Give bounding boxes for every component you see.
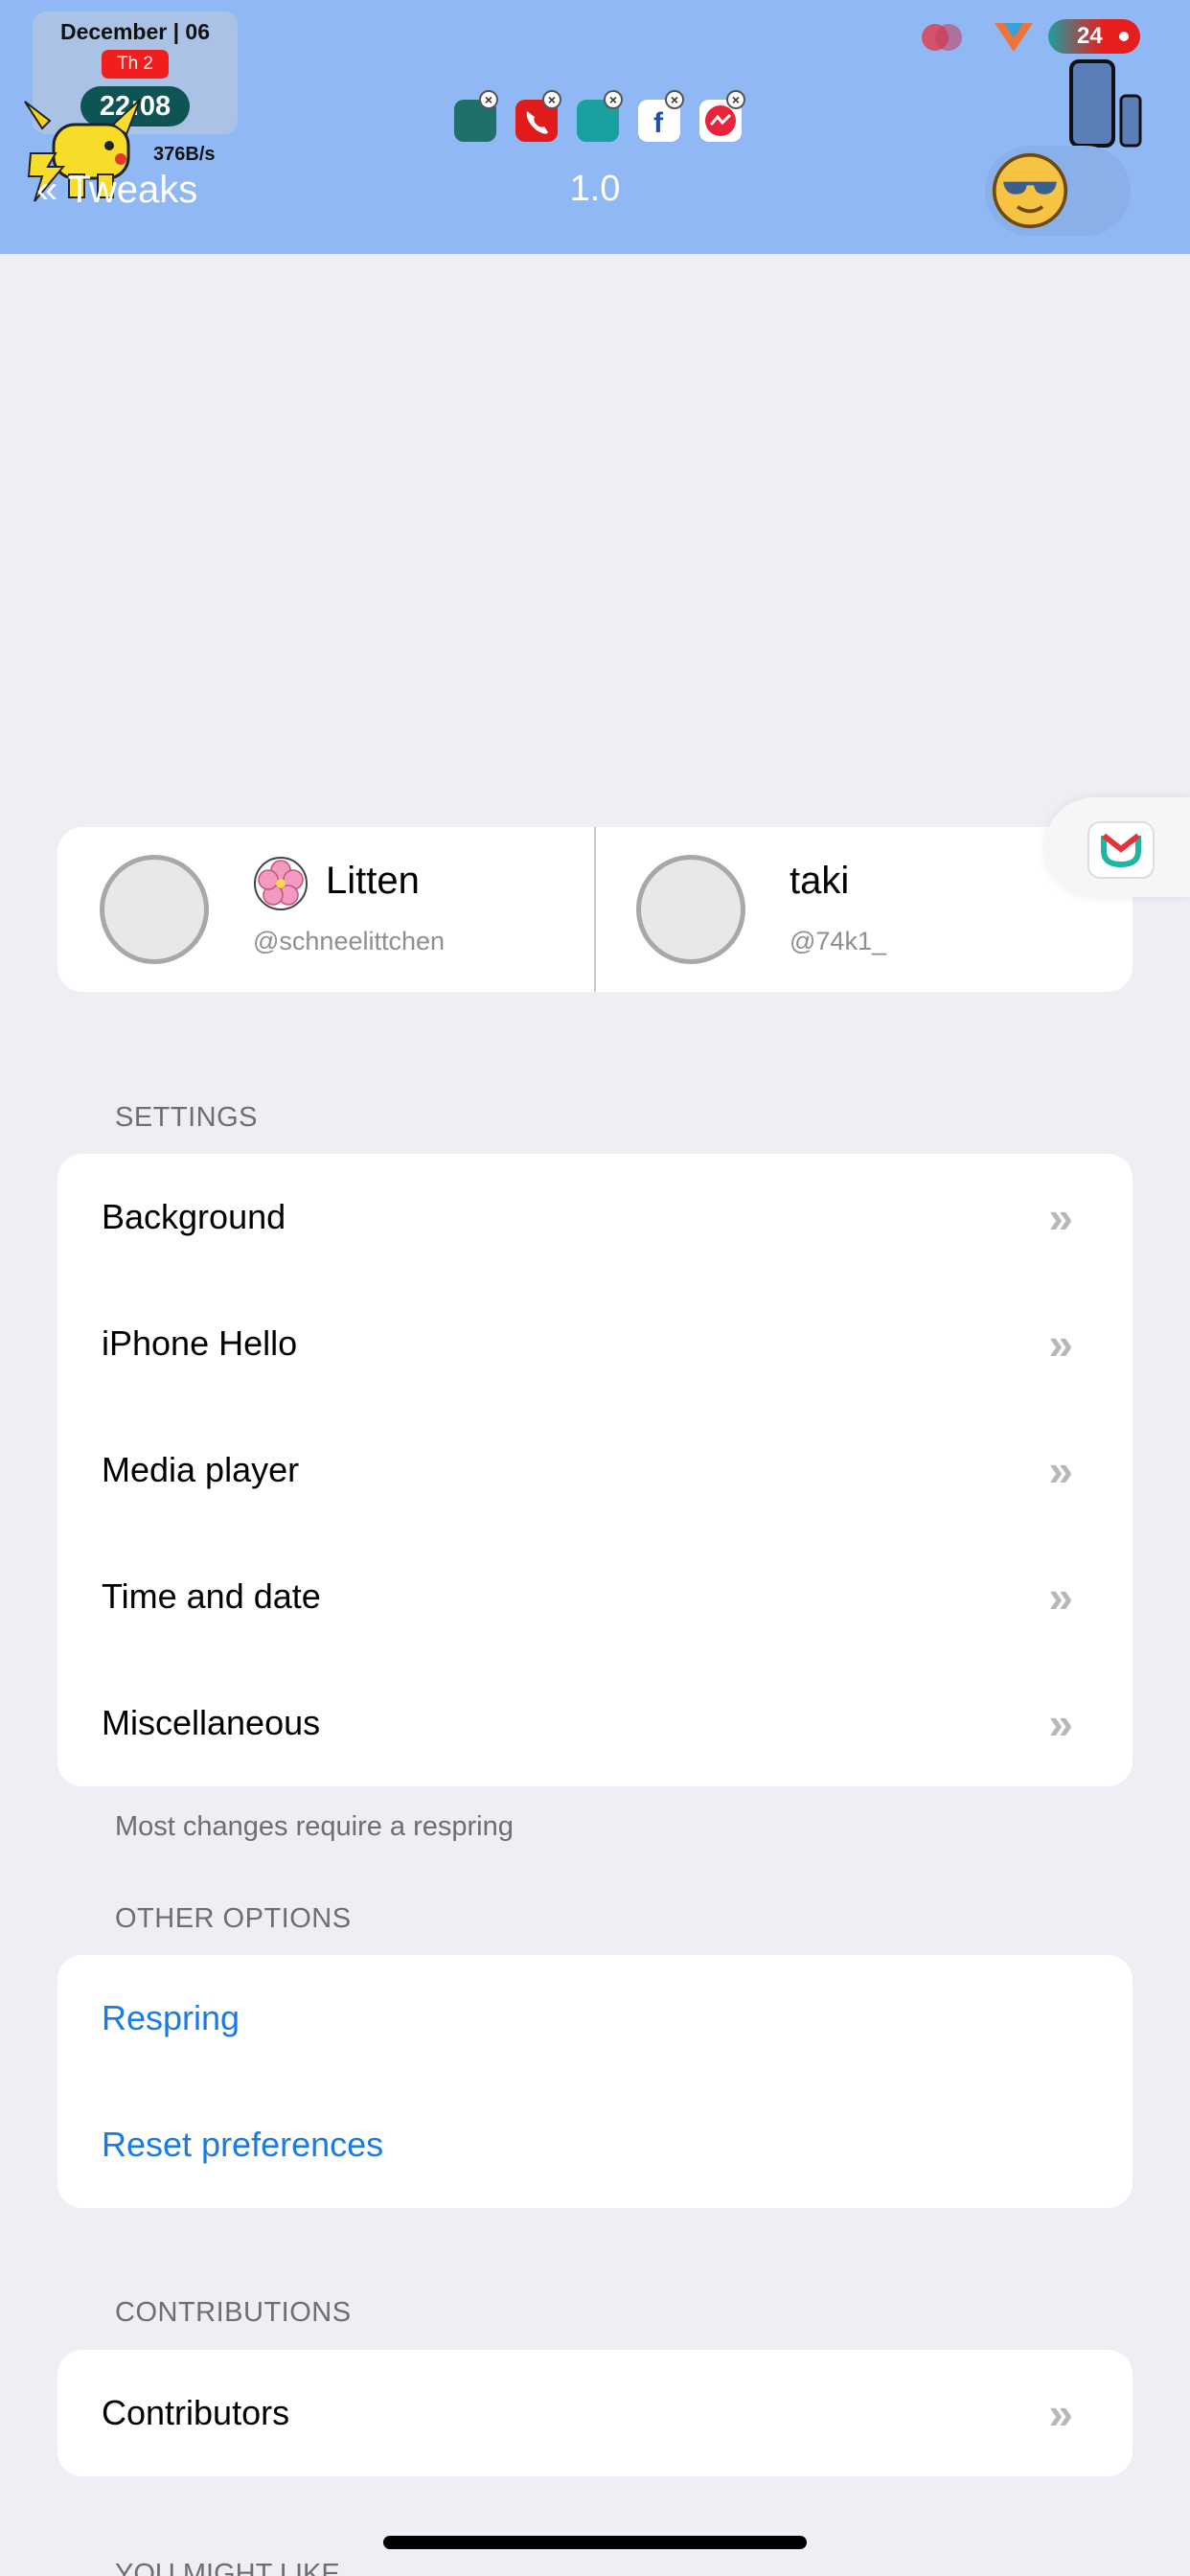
chevron-right-icon: » [1048, 1572, 1073, 1622]
mi-home-icon [1087, 821, 1155, 879]
author-handle: @schneelittchen [253, 927, 446, 955]
row-label: Reset preferences [102, 2125, 384, 2164]
author-handle: @74k1_ [790, 927, 886, 955]
contributions-section-header: CONTRIBUTIONS [115, 2297, 352, 2328]
floating-side-button[interactable] [1044, 797, 1190, 897]
respring-button[interactable]: Respring [57, 1955, 1133, 2082]
chevron-right-icon: » [1048, 2388, 1073, 2438]
other-options-section-header: OTHER OPTIONS [115, 1903, 352, 1934]
chevron-right-icon: » [1048, 1319, 1073, 1368]
chevron-right-icon: » [1048, 1698, 1073, 1748]
svg-text:f: f [653, 107, 664, 139]
chevron-right-icon: » [1048, 1192, 1073, 1242]
settings-section-header: SETTINGS [115, 1102, 259, 1133]
row-label: Contributors [102, 2393, 290, 2432]
contributions-card: Contributors » [57, 2350, 1133, 2476]
settings-row-time-and-date[interactable]: Time and date » [57, 1533, 1133, 1660]
author-name: Litten [326, 860, 420, 902]
row-label: Respring [102, 1998, 240, 2037]
settings-footer-note: Most changes require a respring [115, 1811, 514, 1842]
settings-row-background[interactable]: Background » [57, 1154, 1133, 1280]
recording-dot-icon [1119, 32, 1129, 41]
settings-row-iphone-hello[interactable]: iPhone Hello » [57, 1280, 1133, 1407]
row-label: Miscellaneous [102, 1703, 321, 1742]
author-litten[interactable]: Litten @schneelittchen [57, 827, 594, 992]
widget-day-badge: Th 2 [102, 50, 169, 79]
settings-row-miscellaneous[interactable]: Miscellaneous » [57, 1660, 1133, 1786]
battery-pill: 24 [1048, 19, 1140, 54]
network-speed: 376B/s [153, 144, 216, 165]
close-icon[interactable]: × [604, 90, 623, 109]
triangle-icon [995, 23, 1033, 52]
row-label: Media player [102, 1450, 300, 1489]
widget-date: December | 06 [59, 19, 211, 44]
flower-icon [254, 857, 308, 910]
close-icon[interactable]: × [479, 90, 498, 109]
device-icon [1069, 59, 1142, 148]
contributors-row[interactable]: Contributors » [57, 2350, 1133, 2476]
close-icon[interactable]: × [665, 90, 684, 109]
row-label: Time and date [102, 1576, 321, 1616]
layers-icon [922, 24, 962, 51]
chevron-right-icon: » [1048, 1445, 1073, 1495]
nav-header: December | 06 Th 2 22:08 376B/s × × × f … [0, 0, 1190, 254]
row-label: Background [102, 1197, 286, 1236]
sunglasses-emoji-icon [992, 152, 1068, 229]
battery-level: 24 [1077, 23, 1103, 49]
avatar [636, 855, 745, 964]
settings-card: Background » iPhone Hello » Media player… [57, 1154, 1133, 1786]
author-name: taki [790, 860, 850, 902]
other-options-card: Respring Reset preferences [57, 1955, 1133, 2208]
settings-row-media-player[interactable]: Media player » [57, 1407, 1133, 1533]
home-indicator[interactable] [383, 2536, 807, 2549]
row-label: iPhone Hello [102, 1323, 298, 1363]
authors-card: Litten @schneelittchen taki @74k1_ [57, 827, 1133, 992]
you-might-like-section-header: YOU MIGHT LIKE [115, 2559, 340, 2576]
close-icon[interactable]: × [726, 90, 745, 109]
close-icon[interactable]: × [542, 90, 561, 109]
avatar [100, 855, 209, 964]
reset-preferences-button[interactable]: Reset preferences [57, 2082, 1133, 2208]
